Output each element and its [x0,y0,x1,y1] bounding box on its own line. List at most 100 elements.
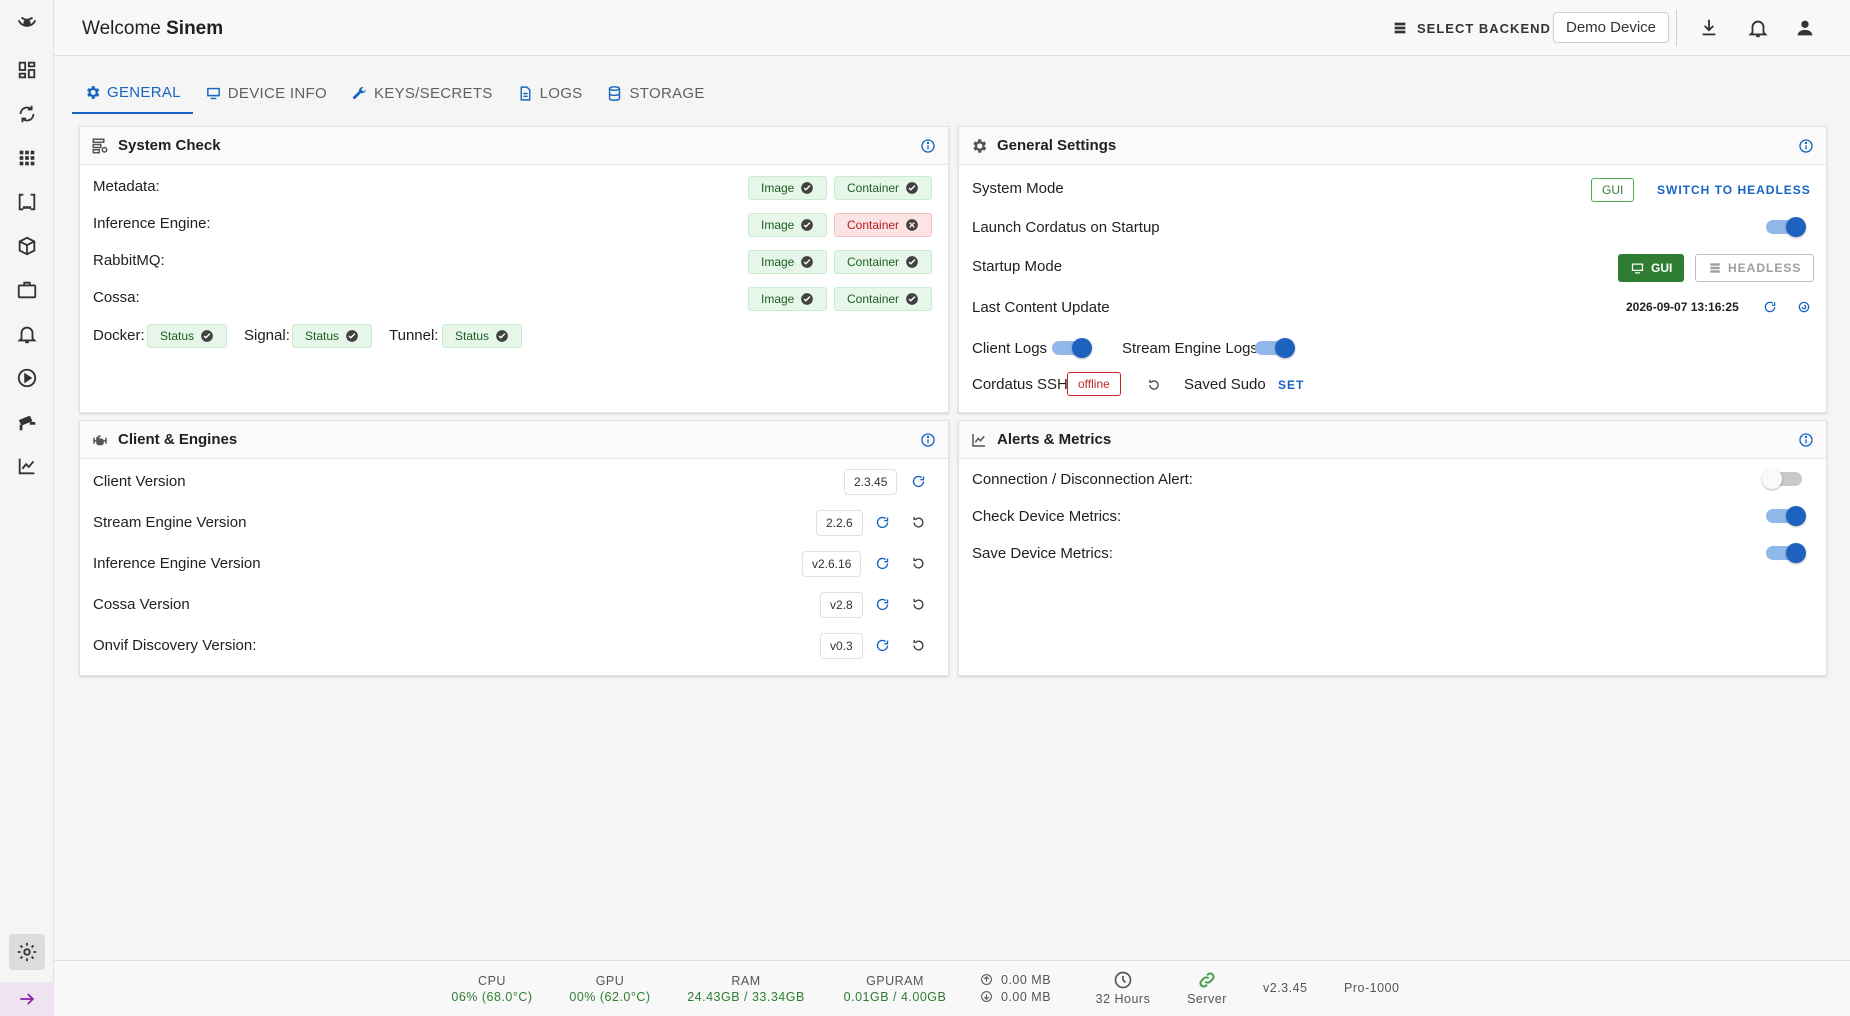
info-icon[interactable] [1798,432,1814,448]
system-check-row-rabbitmq: RabbitMQ: [93,252,165,269]
inference-engine-version-label: Inference Engine Version [93,555,261,572]
cube-icon[interactable] [9,228,45,264]
ram-metric: RAM 24.43GB / 33.34GB [676,974,816,1004]
alerts-metrics-title: Alerts & Metrics [997,431,1112,448]
metadata-container-status: Container [834,176,933,200]
update-icon[interactable] [875,638,890,653]
restart-icon[interactable] [911,638,926,653]
clock-icon [1114,971,1132,989]
gpu-metric: GPU 00% (62.0°C) [558,974,662,1004]
system-check-row-cossa: Cossa: [93,289,140,306]
scan-icon[interactable] [9,184,45,220]
device-model: Pro-1000 [1344,981,1400,995]
tab-storage[interactable]: STORAGE [594,72,716,114]
client-logs-toggle[interactable] [1048,338,1092,358]
info-icon[interactable] [1798,138,1814,154]
refresh-icon[interactable] [1763,300,1777,314]
bell-icon[interactable] [9,316,45,352]
signal-label: Signal: [244,327,290,344]
check-circle-icon [801,256,814,268]
connection-alert-toggle[interactable] [1762,469,1806,489]
play-icon[interactable] [9,360,45,396]
sidebar [0,0,54,1016]
app-version: v2.3.45 [1263,981,1308,995]
update-icon[interactable] [911,474,926,489]
tab-device-info-label: DEVICE INFO [227,84,327,102]
device-selector[interactable]: Demo Device [1553,12,1670,43]
arrow-right-icon[interactable] [0,982,54,1016]
stream-engine-logs-toggle[interactable] [1251,338,1295,358]
pill-label: Container [847,218,900,232]
restart-icon[interactable] [911,597,926,612]
row-label: Save Device Metrics: [972,545,1113,562]
tab-general[interactable]: GENERAL [72,72,193,114]
retry-icon[interactable] [1147,378,1161,392]
tab-keys-secrets-label: KEYS/SECRETS [373,84,493,102]
restart-icon[interactable] [911,515,926,530]
notification-bell-icon[interactable] [1745,15,1771,41]
system-check-icon [90,136,110,156]
tab-keys-secrets[interactable]: KEYS/SECRETS [339,72,505,114]
service-label: Tunnel: [389,327,439,344]
chart-icon [969,430,989,450]
tab-device-info[interactable]: DEVICE INFO [193,72,339,114]
service-label: Docker: [93,327,145,344]
update-icon[interactable] [875,515,890,530]
ram-label: RAM [731,974,761,988]
connection-alert-label: Connection / Disconnection Alert: [972,471,1193,488]
update-icon[interactable] [875,597,890,612]
chart-icon[interactable] [9,448,45,484]
tab-general-label: GENERAL [107,83,181,101]
inference-engine-version-value: v2.6.16 [802,551,862,577]
download-icon[interactable] [1696,15,1722,41]
select-backend-button[interactable]: SELECT BACKEND [1392,16,1551,40]
service-label: Signal: [244,327,290,344]
system-check-card: System Check Metadata: Image Container I… [79,126,949,413]
row-label: Stream Engine Version [93,514,247,531]
pill-label: Container [847,292,900,306]
settings-gear-icon [969,136,989,156]
account-icon[interactable] [1792,15,1818,41]
upload-value: 0.00 MB [1001,972,1052,987]
tab-logs-label: LOGS [539,84,583,102]
gui-label: GUI [1651,261,1673,275]
sync-update-icon[interactable] [1797,300,1811,314]
info-icon[interactable] [920,138,936,154]
metadata-image-status: Image [748,176,828,200]
cpu-value: 06% (68.0°C) [451,990,533,1004]
pill-label: Container [847,255,900,269]
check-metrics-toggle[interactable] [1762,506,1806,526]
row-label: Client Version [93,473,186,490]
check-metrics-label: Check Device Metrics: [972,508,1121,525]
save-metrics-toggle[interactable] [1762,543,1806,563]
startup-gui-button[interactable]: GUI [1618,254,1685,282]
check-circle-icon [906,293,918,305]
launch-on-startup-label: Launch Cordatus on Startup [972,219,1160,236]
server-stat[interactable]: Server [1178,970,1236,1006]
startup-headless-button[interactable]: HEADLESS [1695,254,1815,282]
dashboard-icon[interactable] [9,52,45,88]
tunnel-status: Status [442,324,523,348]
tab-logs[interactable]: LOGS [505,72,595,114]
general-settings-card: General Settings System Mode GUI SWITCH … [958,126,1827,413]
info-icon[interactable] [920,432,936,448]
pill-label: Image [761,292,795,306]
switch-to-headless-button[interactable]: SWITCH TO HEADLESS [1657,183,1811,197]
sync-icon[interactable] [9,96,45,132]
row-label: Connection / Disconnection Alert: [972,471,1193,488]
last-content-update-value: 2026-09-07 13:16:25 [1626,300,1739,314]
camera-icon[interactable] [9,404,45,440]
launch-on-startup-toggle[interactable] [1762,217,1806,237]
briefcase-icon[interactable] [9,272,45,308]
apps-icon[interactable] [9,140,45,176]
tunnel-label: Tunnel: [389,327,438,344]
upload-row: 0.00 MB [980,971,1051,988]
ssh-status-badge: offline [1067,372,1121,396]
gear-icon[interactable] [9,934,45,970]
download-icon [981,991,992,1002]
restart-icon[interactable] [911,556,926,571]
system-check-title: System Check [118,137,221,154]
set-sudo-button[interactable]: SET [1278,378,1304,392]
update-icon[interactable] [875,556,890,571]
logo-icon[interactable] [9,6,45,42]
